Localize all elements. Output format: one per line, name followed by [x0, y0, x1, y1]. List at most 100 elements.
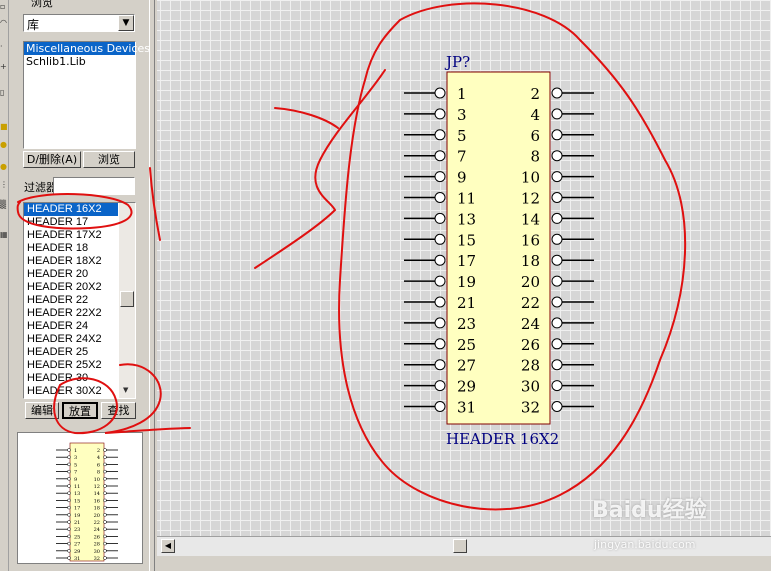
pin-dot — [551, 150, 563, 162]
preview-pin-number: 27 — [74, 542, 80, 548]
library-item[interactable]: Schlib1.Lib — [24, 55, 135, 68]
part-item[interactable]: HEADER 18X2 — [24, 255, 118, 268]
watermark-logo: Baidu经验 — [592, 498, 707, 523]
tool-icon[interactable]: ⋮ — [0, 180, 8, 190]
add-remove-button[interactable]: D/删除(A) — [23, 151, 81, 168]
scroll-thumb[interactable] — [120, 291, 134, 307]
component-name: HEADER 16X2 — [446, 430, 559, 448]
pin-number: 27 — [457, 357, 476, 375]
preview-pin-dot — [67, 477, 71, 481]
tool-icon[interactable]: ● — [0, 162, 8, 172]
find-button[interactable]: 查找 — [101, 402, 136, 419]
part-preview: 1 2 3 4 5 6 7 8 9 10 11 12 13 14 15 16 17 18 19 20 21 22 23 24 2… — [17, 432, 143, 564]
pin-number: 25 — [457, 336, 476, 354]
pin-dot — [551, 380, 563, 392]
part-list-scrollbar[interactable]: ▼ — [119, 203, 135, 398]
pin-dot — [434, 233, 446, 245]
h-scroll-thumb[interactable] — [453, 539, 467, 553]
part-item[interactable]: HEADER 24X2 — [24, 333, 118, 346]
preview-pin-number: 18 — [94, 506, 100, 512]
pin-dot — [434, 401, 446, 412]
tool-icon[interactable]: ▯ — [0, 88, 8, 98]
preview-pin-number: 1 — [74, 448, 77, 454]
preview-pin-dot — [67, 505, 71, 510]
pin-dot — [434, 87, 446, 99]
part-item[interactable]: HEADER 17 — [24, 216, 118, 229]
part-item[interactable]: HEADER 16X2 — [24, 203, 118, 216]
pin-dot — [434, 317, 446, 329]
preview-pin-number: 30 — [94, 549, 100, 555]
pin-number: 26 — [521, 336, 540, 354]
panel-splitter[interactable] — [149, 0, 155, 571]
pin-number: 1 — [457, 85, 467, 103]
preview-pin-number: 9 — [74, 477, 77, 483]
pin-dot — [434, 150, 446, 162]
part-item[interactable]: HEADER 25 — [24, 346, 118, 359]
preview-pin-number: 26 — [94, 534, 100, 540]
pin-number: 21 — [457, 294, 476, 312]
library-list[interactable]: Miscellaneous Devices Schlib1.Lib — [23, 41, 150, 149]
pin-number: 22 — [521, 294, 540, 312]
preview-pin-dot — [67, 455, 71, 459]
schematic-canvas[interactable]: JP? 1 3 5 7 9 11 13 15 17 19 21 23 25 27 29 31 2 4 6 8 10 12 1… — [157, 0, 771, 536]
preview-pin-dot — [67, 448, 71, 452]
pin-dot — [434, 275, 446, 287]
scroll-down-arrow-icon[interactable]: ▼ — [123, 386, 128, 394]
pin-number: 29 — [457, 378, 476, 396]
preview-pin-number: 3 — [74, 455, 77, 461]
part-item[interactable]: HEADER 24 — [24, 320, 118, 333]
scroll-left-arrow-icon[interactable]: ◀ — [161, 539, 175, 553]
filter-input[interactable] — [53, 177, 135, 195]
part-list[interactable]: HEADER 16X2 HEADER 17 HEADER 17X2 HEADER 18… — [23, 202, 136, 399]
pin-number: 23 — [457, 315, 476, 333]
tool-icon[interactable]: · — [0, 42, 8, 52]
pin-number: 2 — [530, 85, 540, 103]
pin-number: 6 — [530, 127, 540, 145]
preview-pin-dot — [67, 498, 71, 503]
part-item[interactable]: HEADER 18 — [24, 242, 118, 255]
browse-mode-value: 库 — [27, 18, 40, 32]
preview-pin-number: 5 — [74, 462, 77, 468]
watermark-url: jingyan.baidu.com — [594, 538, 696, 551]
chevron-down-icon[interactable]: ▼ — [118, 15, 134, 31]
browse-mode-select[interactable]: 库 ▼ — [23, 14, 135, 32]
pin-number: 12 — [521, 190, 540, 208]
part-item[interactable]: HEADER 25X2 — [24, 359, 118, 372]
preview-schematic: 1 23 45 67 89 1011 1213 1415 1617 1819 2021 2223 242… — [56, 442, 118, 562]
edit-button[interactable]: 编辑 — [25, 402, 59, 419]
pin-dot — [551, 254, 563, 266]
part-item[interactable]: HEADER 17X2 — [24, 229, 118, 242]
pin-number: 11 — [457, 190, 476, 208]
preview-pin-number: 22 — [94, 520, 100, 526]
preview-pin-number: 13 — [74, 491, 80, 497]
preview-pin-number: 12 — [94, 484, 100, 490]
browser-panel: 浏览 库 ▼ Miscellaneous Devices Schlib1.Lib … — [9, 0, 150, 571]
browser-title: 浏览 — [31, 0, 53, 9]
pin-dot — [551, 401, 563, 412]
library-item[interactable]: Miscellaneous Devices — [24, 42, 150, 55]
part-item[interactable]: HEADER 30X2 — [24, 385, 118, 398]
tool-icon[interactable]: ▒ — [0, 200, 8, 210]
browse-button[interactable]: 浏览 — [83, 151, 135, 168]
tool-icon[interactable]: ■ — [0, 122, 8, 132]
pin-dot — [434, 296, 446, 308]
tool-icon[interactable]: + — [0, 62, 8, 72]
part-item[interactable]: HEADER 22X2 — [24, 307, 118, 320]
part-item[interactable]: HEADER 30 — [24, 372, 118, 385]
preview-pin-dot — [67, 491, 71, 495]
part-item[interactable]: HEADER 22 — [24, 294, 118, 307]
part-item[interactable]: HEADER 20X2 — [24, 281, 118, 294]
pin-number: 8 — [530, 148, 540, 166]
tool-icon[interactable]: ▦ — [0, 230, 8, 240]
preview-pin-number: 25 — [74, 534, 80, 540]
pin-dot — [551, 87, 563, 99]
tool-icon[interactable]: ◠ — [0, 18, 8, 28]
preview-pin-number: 15 — [74, 498, 80, 504]
place-button[interactable]: 放置 — [62, 402, 98, 419]
pin-number: 20 — [521, 273, 540, 291]
pin-dot — [551, 171, 563, 183]
tool-icon[interactable]: ● — [0, 140, 8, 150]
pin-dot — [551, 108, 563, 120]
tool-icon[interactable]: ▫ — [0, 2, 8, 12]
part-item[interactable]: HEADER 20 — [24, 268, 118, 281]
